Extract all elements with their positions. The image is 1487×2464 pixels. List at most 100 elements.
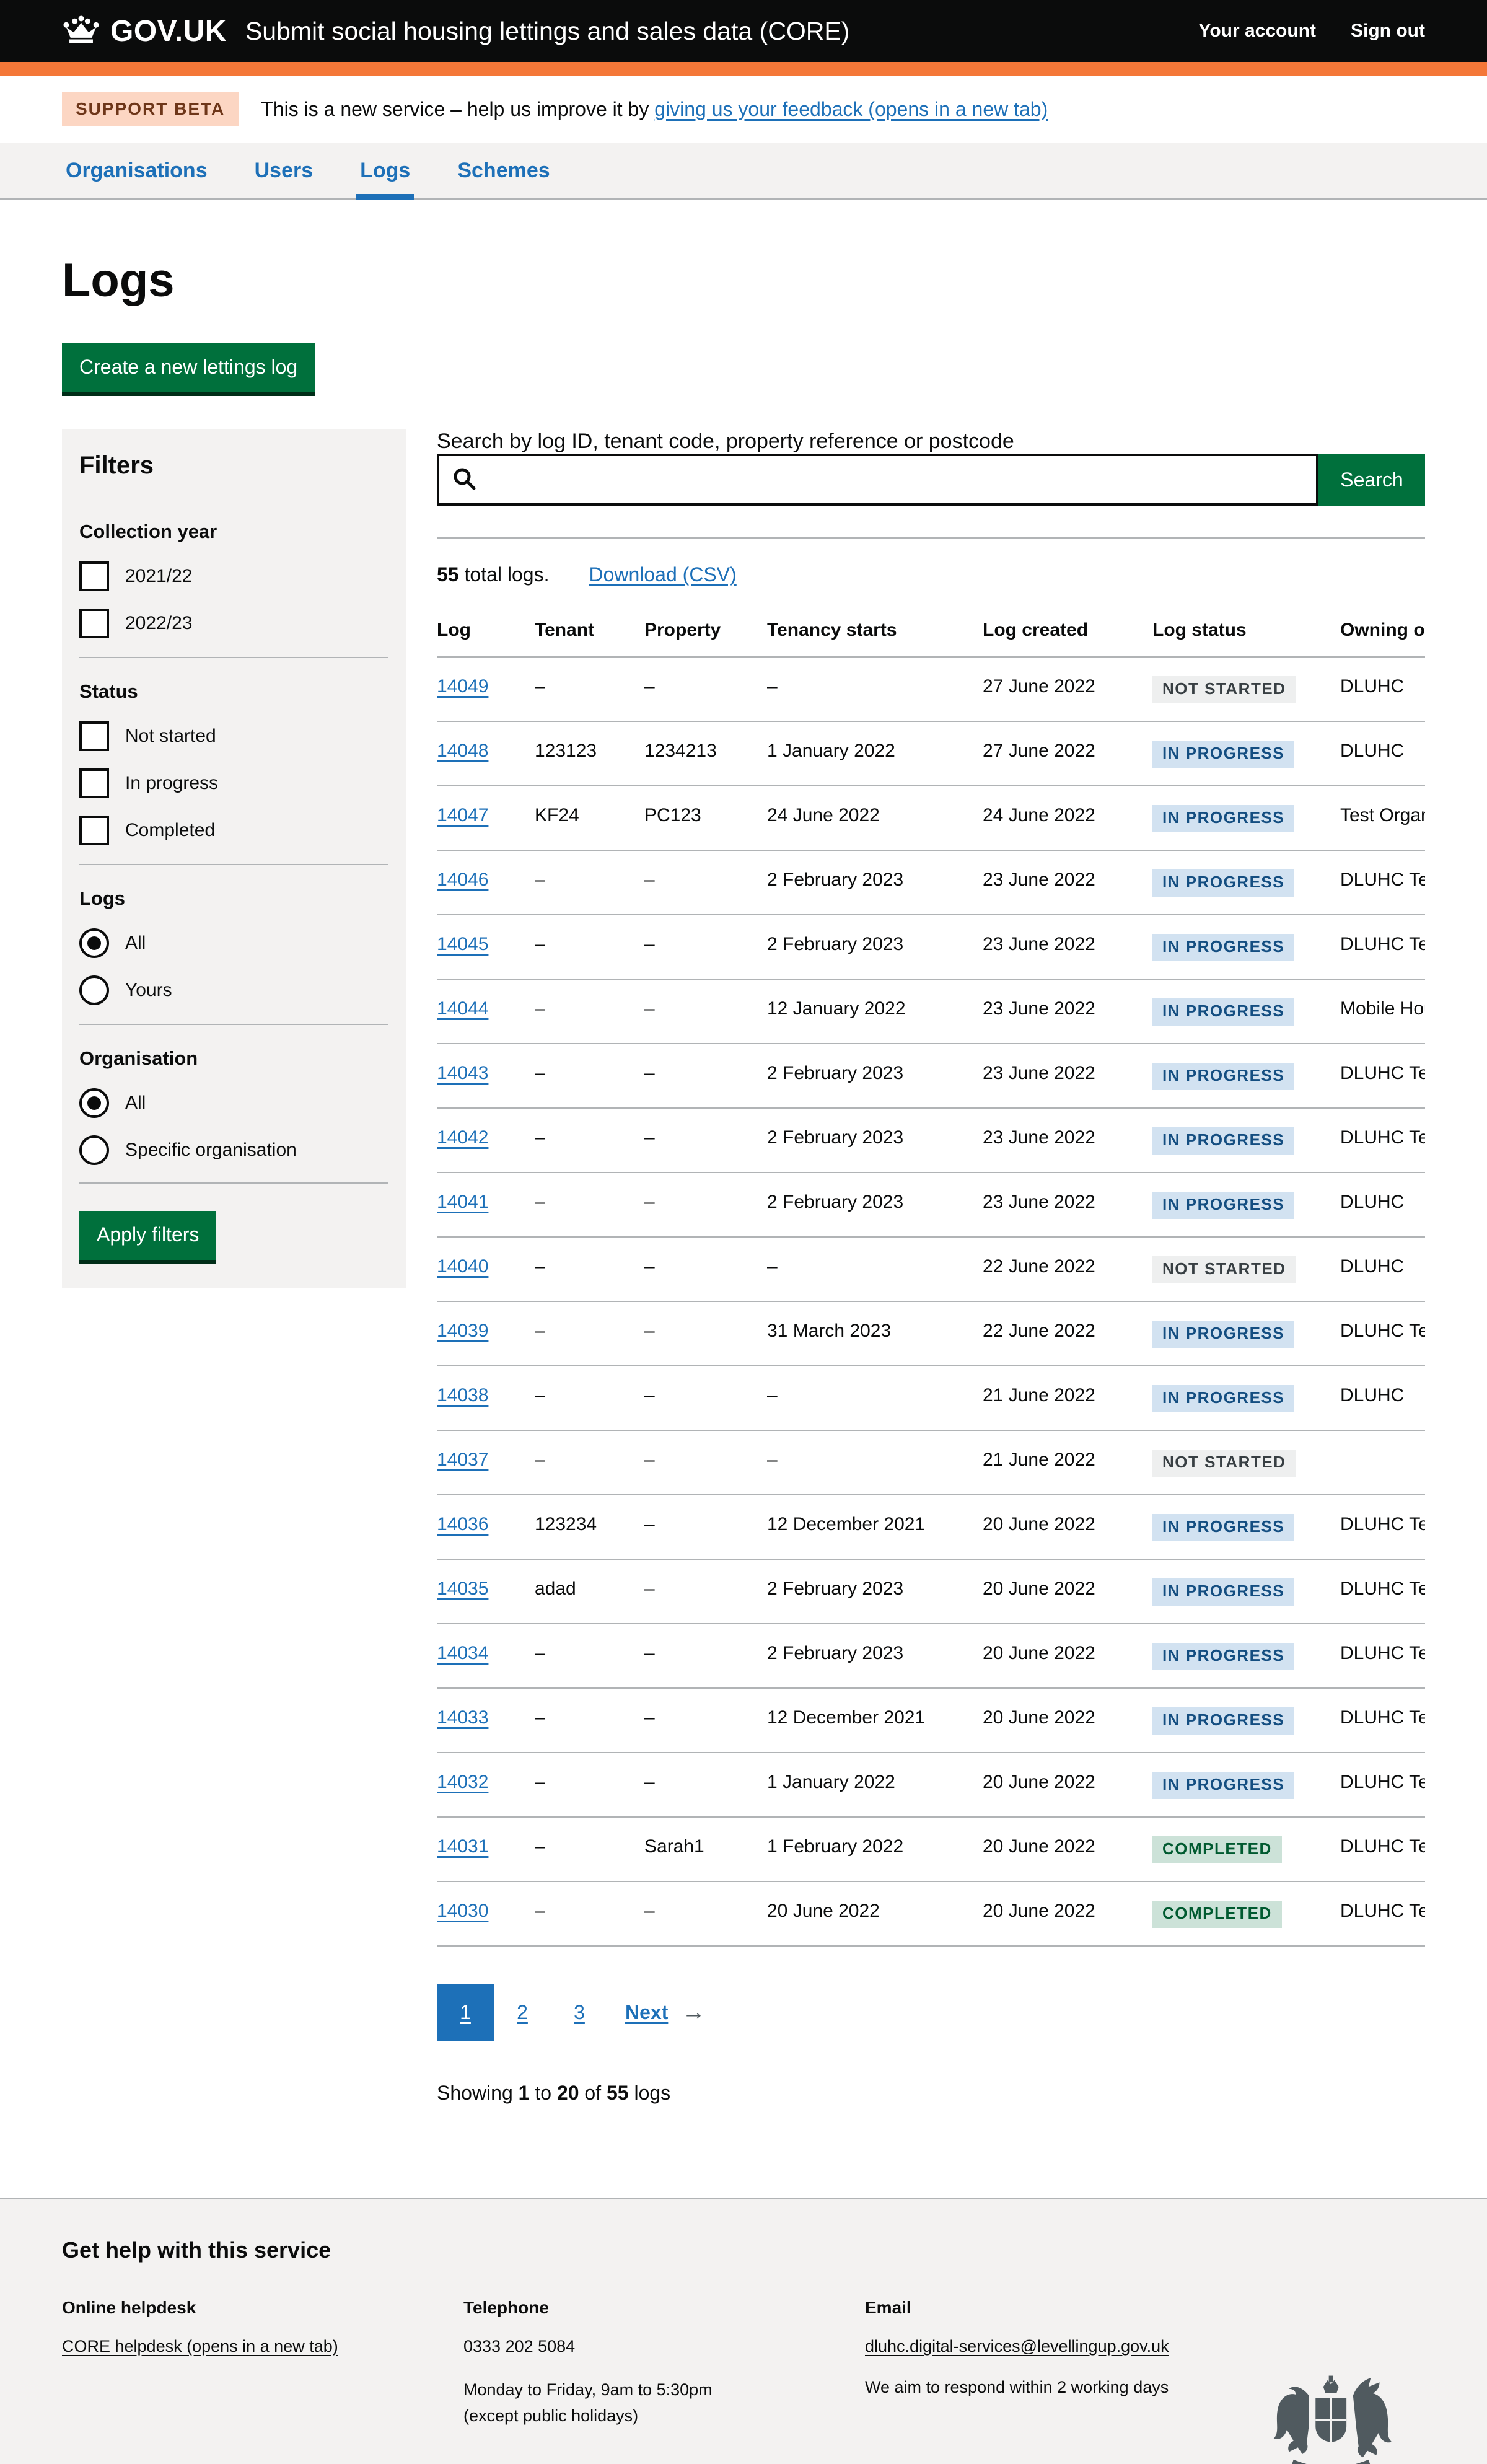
log-link[interactable]: 14048 <box>437 741 488 761</box>
email-link[interactable]: dluhc.digital-services@levellingup.gov.u… <box>865 2337 1169 2356</box>
log-link[interactable]: 14035 <box>437 1578 488 1599</box>
search-input-wrapper <box>437 454 1318 506</box>
search-button[interactable]: Search <box>1318 454 1425 506</box>
tenant-cell: – <box>535 1044 644 1108</box>
your-account-link[interactable]: Your account <box>1199 20 1316 42</box>
log-created-cell: 22 June 2022 <box>983 1237 1152 1301</box>
filter-section-heading: Collection year <box>79 521 388 543</box>
showing-summary: Showing 1 to 20 of 55 logs <box>437 2082 1425 2105</box>
page-current[interactable]: 1 <box>437 1984 494 2041</box>
log-created-cell: 21 June 2022 <box>983 1366 1152 1430</box>
crown-icon <box>62 14 100 48</box>
log-link[interactable]: 14036 <box>437 1514 488 1534</box>
owning-organisation-cell: DLUHC <box>1340 1237 1425 1301</box>
checkbox-control[interactable] <box>79 768 109 798</box>
property-cell: – <box>644 915 767 979</box>
page-link-2[interactable]: 2 <box>494 1984 551 2041</box>
checkbox-control[interactable] <box>79 609 109 638</box>
radio-yours[interactable]: Yours <box>79 975 388 1005</box>
checkbox-2021-22[interactable]: 2021/22 <box>79 561 388 591</box>
log-link[interactable]: 14045 <box>437 934 488 954</box>
log-link[interactable]: 14034 <box>437 1643 488 1663</box>
log-status-cell: IN PROGRESS <box>1152 1044 1340 1108</box>
log-status-cell: COMPLETED <box>1152 1881 1340 1946</box>
tab-schemes[interactable]: Schemes <box>454 143 553 200</box>
page-link-3[interactable]: 3 <box>551 1984 608 2041</box>
property-cell: – <box>644 979 767 1044</box>
log-link[interactable]: 14040 <box>437 1256 488 1277</box>
status-badge: IN PROGRESS <box>1152 1643 1294 1670</box>
core-helpdesk-link[interactable]: CORE helpdesk (opens in a new tab) <box>62 2337 338 2356</box>
tenant-cell: – <box>535 915 644 979</box>
service-name[interactable]: Submit social housing lettings and sales… <box>245 17 849 46</box>
checkbox-not-started[interactable]: Not started <box>79 721 388 751</box>
govuk-logo[interactable]: GOV.UK <box>62 14 227 48</box>
log-status-cell: IN PROGRESS <box>1152 915 1340 979</box>
checkbox-control[interactable] <box>79 721 109 751</box>
log-link[interactable]: 14041 <box>437 1192 488 1212</box>
beta-text-before: This is a new service – help us improve … <box>261 98 654 120</box>
log-link[interactable]: 14044 <box>437 998 488 1019</box>
filter-section-heading: Logs <box>79 887 388 910</box>
log-link[interactable]: 14043 <box>437 1063 488 1083</box>
log-link[interactable]: 14033 <box>437 1707 488 1728</box>
log-link[interactable]: 14049 <box>437 676 488 697</box>
radio-all[interactable]: All <box>79 1088 388 1118</box>
status-badge: IN PROGRESS <box>1152 998 1294 1026</box>
log-link[interactable]: 14046 <box>437 869 488 890</box>
checkbox-in-progress[interactable]: In progress <box>79 768 388 798</box>
radio-control[interactable] <box>79 1088 109 1118</box>
checkbox-control[interactable] <box>79 816 109 845</box>
option-label: All <box>125 933 146 954</box>
log-status-cell: IN PROGRESS <box>1152 1559 1340 1624</box>
radio-specific-organisation[interactable]: Specific organisation <box>79 1135 388 1165</box>
radio-control[interactable] <box>79 1135 109 1165</box>
log-created-cell: 20 June 2022 <box>983 1495 1152 1559</box>
search-input[interactable] <box>478 469 1305 491</box>
create-lettings-log-button[interactable]: Create a new lettings log <box>62 343 315 392</box>
checkbox-2022-23[interactable]: 2022/23 <box>79 609 388 638</box>
tenancy-starts-cell: 20 June 2022 <box>767 1881 983 1946</box>
option-label: Specific organisation <box>125 1140 297 1161</box>
status-badge: IN PROGRESS <box>1152 934 1294 961</box>
download-csv-link[interactable]: Download (CSV) <box>589 563 736 586</box>
tenant-cell: KF24 <box>535 786 644 850</box>
tenancy-starts-cell: 2 February 2023 <box>767 1624 983 1688</box>
log-status-cell: IN PROGRESS <box>1152 979 1340 1044</box>
checkbox-completed[interactable]: Completed <box>79 816 388 845</box>
log-created-cell: 20 June 2022 <box>983 1688 1152 1753</box>
log-link[interactable]: 14047 <box>437 805 488 825</box>
column-header-log: Log <box>437 604 535 657</box>
log-link[interactable]: 14032 <box>437 1772 488 1792</box>
log-link[interactable]: 14039 <box>437 1321 488 1341</box>
table-row: 14033––12 December 202120 June 2022IN PR… <box>437 1688 1425 1753</box>
radio-all[interactable]: All <box>79 928 388 958</box>
log-link[interactable]: 14037 <box>437 1450 488 1470</box>
option-label: Yours <box>125 980 172 1001</box>
sign-out-link[interactable]: Sign out <box>1351 20 1425 42</box>
log-link[interactable]: 14031 <box>437 1836 488 1857</box>
tab-organisations[interactable]: Organisations <box>62 143 211 200</box>
tab-logs[interactable]: Logs <box>356 143 414 200</box>
radio-control[interactable] <box>79 975 109 1005</box>
apply-filters-button[interactable]: Apply filters <box>79 1211 216 1260</box>
column-header-log-created: Log created <box>983 604 1152 657</box>
header-account-nav: Your account Sign out <box>1199 20 1425 42</box>
next-page-link[interactable]: Next <box>625 2001 668 2024</box>
checkbox-control[interactable] <box>79 561 109 591</box>
status-badge: IN PROGRESS <box>1152 741 1294 768</box>
beta-text: This is a new service – help us improve … <box>261 98 1048 121</box>
column-header-tenancy-starts: Tenancy starts <box>767 604 983 657</box>
log-status-cell: IN PROGRESS <box>1152 1173 1340 1237</box>
log-created-cell: 20 June 2022 <box>983 1881 1152 1946</box>
table-row: 14034––2 February 202320 June 2022IN PRO… <box>437 1624 1425 1688</box>
log-link[interactable]: 14038 <box>437 1385 488 1406</box>
telephone-number: 0333 202 5084 <box>463 2334 865 2360</box>
log-link[interactable]: 14042 <box>437 1127 488 1148</box>
radio-control[interactable] <box>79 928 109 958</box>
table-row: 14047KF24PC12324 June 202224 June 2022IN… <box>437 786 1425 850</box>
tenancy-starts-cell: 12 December 2021 <box>767 1688 983 1753</box>
feedback-link[interactable]: giving us your feedback (opens in a new … <box>654 98 1048 120</box>
tab-users[interactable]: Users <box>251 143 317 200</box>
log-link[interactable]: 14030 <box>437 1901 488 1921</box>
